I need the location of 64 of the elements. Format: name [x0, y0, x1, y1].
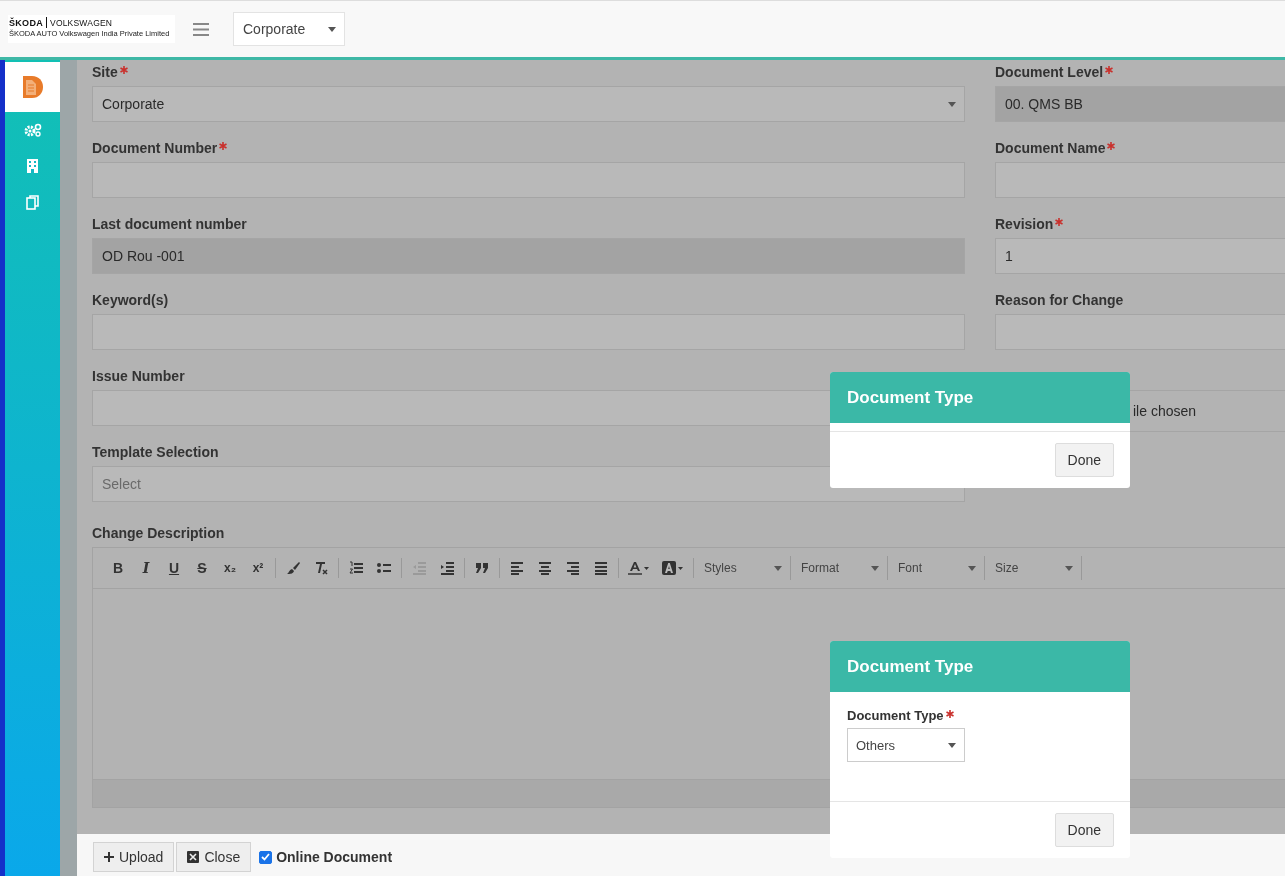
caret-icon [328, 26, 336, 32]
toolbar-dropdown[interactable]: Size [985, 556, 1082, 580]
gears-icon [23, 123, 42, 137]
bold-button[interactable]: B [104, 556, 132, 580]
brand-name: VOLKSWAGEN [50, 17, 113, 28]
field-label: Revision [995, 216, 1054, 232]
caret-icon [1065, 565, 1073, 571]
subscript-button[interactable]: x₂ [216, 556, 244, 580]
close-icon [187, 851, 200, 863]
background-color-icon [662, 561, 684, 575]
close-button[interactable]: Close [176, 842, 252, 872]
brand-name: ŠKODA [9, 17, 43, 28]
sidebar-item[interactable] [5, 62, 60, 112]
field-label: Change Description [92, 525, 225, 541]
document-icon [21, 75, 44, 99]
menu-icon[interactable] [193, 22, 209, 36]
quote-icon [475, 561, 489, 575]
caret-icon [968, 565, 976, 571]
dialog-title: Document Type [847, 387, 974, 408]
field-label: Template Selection [92, 444, 219, 460]
text-field[interactable]: 1 [995, 238, 1285, 274]
brush-icon [286, 561, 300, 575]
text-color-icon [628, 561, 650, 575]
toolbar-dropdown[interactable]: Format [791, 556, 888, 580]
plus-icon [104, 852, 114, 862]
field-label: Reason for Change [995, 292, 1124, 308]
bullet-list-icon [377, 561, 391, 575]
superscript-button[interactable]: x² [244, 556, 272, 580]
align-left-icon [510, 561, 524, 575]
field-label: Document Name [995, 140, 1106, 156]
site-select[interactable]: Corporate [233, 12, 345, 46]
checkbox[interactable] [259, 850, 273, 864]
upload-button[interactable]: Upload [93, 842, 175, 872]
dialog-title: Document Type [847, 656, 974, 677]
field-label: Last document number [92, 216, 247, 232]
building-icon [27, 159, 38, 173]
copy-icon [26, 194, 39, 210]
select-field[interactable]: Others [847, 728, 965, 762]
checkbox-label: Online Document [276, 849, 393, 865]
numbered-list-icon [349, 561, 363, 575]
strike-button[interactable]: S [188, 556, 216, 580]
field-label: Keyword(s) [92, 292, 169, 308]
field-label: Document Level [995, 64, 1104, 80]
outdent-icon [412, 561, 426, 575]
justify-icon [594, 561, 608, 575]
done-button[interactable]: Done [1054, 813, 1114, 847]
align-center-icon [538, 561, 552, 575]
underline-button[interactable]: U [160, 556, 188, 580]
caret-icon [948, 742, 956, 748]
italic-button[interactable]: I [132, 556, 160, 580]
select-field[interactable]: Corporate [92, 86, 965, 122]
align-right-icon [566, 561, 580, 575]
caret-icon [948, 101, 956, 107]
indent-icon [440, 561, 454, 575]
clear-format-icon [314, 561, 328, 575]
field-label: Document Type [847, 708, 944, 723]
field-label: Issue Number [92, 368, 185, 384]
toolbar-dropdown[interactable]: Font [888, 556, 985, 580]
done-button[interactable]: Done [1054, 443, 1114, 477]
field-label: Site [92, 64, 118, 80]
caret-icon [774, 565, 782, 571]
toolbar-dropdown[interactable]: Styles [694, 556, 791, 580]
field-label: Document Number [92, 140, 218, 156]
caret-icon [871, 565, 879, 571]
